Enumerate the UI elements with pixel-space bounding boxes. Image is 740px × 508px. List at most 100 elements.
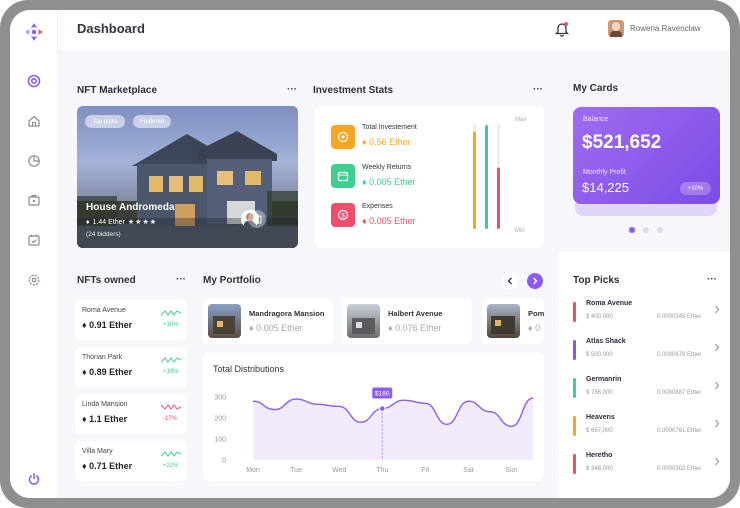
nfts-owned-title: NFTs owned <box>77 275 136 286</box>
pick-color-bar <box>573 454 576 474</box>
owned-nft-change: +22% <box>163 463 179 469</box>
pick-price: $ 667,000 <box>586 428 613 434</box>
tag-featured[interactable]: Featured <box>133 115 171 128</box>
x-tick-label: Mon <box>246 467 260 474</box>
profit-change-badge: +10% <box>680 182 711 195</box>
chevron-right-icon[interactable] <box>714 419 720 428</box>
notification-bell-icon[interactable] <box>555 21 569 37</box>
trend-sparkline <box>161 451 181 457</box>
x-tick-label: Thu <box>376 467 388 474</box>
annotation-label: $180 <box>375 391 390 398</box>
y-tick-label: 100 <box>214 437 226 444</box>
investment-bar <box>497 167 500 229</box>
nav-home-icon[interactable] <box>24 111 44 131</box>
portfolio-item[interactable]: Mandragora Mansion ♦ 0.005 Ether <box>203 298 333 344</box>
nav-wallet-icon[interactable] <box>24 190 44 210</box>
portfolio-thumb <box>347 304 380 338</box>
pick-name: Atlas Shack <box>586 338 626 345</box>
portfolio-value: ♦ 0.005 Ether <box>249 323 303 333</box>
top-pick-item[interactable]: Heavens $ 667,000 0.0000761 Ether <box>573 413 723 441</box>
profit-value: $14,225 <box>582 180 629 195</box>
featured-nft-card[interactable]: Top picks Featured House Andromeda ♦ 1.4… <box>77 106 298 248</box>
owned-nft-item[interactable]: Roma Avenue ♦ 0.91 Ether +10% <box>75 300 187 340</box>
nav-stats-icon[interactable] <box>24 151 44 171</box>
owned-nft-value: ♦ 0.89 Ether <box>82 367 133 377</box>
nav-dashboard-icon[interactable] <box>24 71 44 91</box>
carousel-dot[interactable] <box>657 227 663 233</box>
nft-marketplace-title: NFT Marketplace <box>77 85 158 96</box>
user-avatar[interactable] <box>608 20 624 37</box>
next-arrow-button[interactable] <box>527 273 543 289</box>
my-cards-title: My Cards <box>573 83 619 94</box>
hero-nft-name: House Andromeda <box>86 202 175 213</box>
pick-ether: 0.0000345 Ether <box>657 314 702 320</box>
top-pick-item[interactable]: Germanrin $ 786,000 0.0000887 Ether <box>573 375 723 403</box>
trend-sparkline <box>161 404 181 410</box>
trend-sparkline <box>161 357 181 363</box>
nav-calendar-icon[interactable] <box>24 230 44 250</box>
chevron-right-icon[interactable] <box>714 381 720 390</box>
owned-nft-change: -17% <box>163 416 178 422</box>
sidebar <box>10 10 58 498</box>
chevron-right-icon[interactable] <box>714 305 720 314</box>
owned-nft-name: Roma Avenue <box>82 307 126 314</box>
pick-name: Roma Avenue <box>586 300 633 307</box>
top-pick-item[interactable]: Roma Avenue $ 400,000 0.0000345 Ether <box>573 299 723 327</box>
trend-sparkline <box>161 310 181 316</box>
top-pick-item[interactable]: Atlas Shack $ 500,000 0.0000678 Ether <box>573 337 723 365</box>
chevron-left-icon <box>507 277 512 285</box>
investment-bar <box>473 131 476 229</box>
portfolio-item[interactable]: Halbert Avenue ♦ 0.076 Ether <box>342 298 472 344</box>
portfolio-value: ♦ 0.076 Ether <box>388 323 442 333</box>
balance-value: $521,652 <box>582 132 662 153</box>
pick-price: $ 500,000 <box>586 352 613 358</box>
annotation-point[interactable] <box>378 405 386 412</box>
owned-nft-item[interactable]: Villa Mary ♦ 0.71 Ether +22% <box>75 441 187 481</box>
owned-more-icon[interactable]: ··· <box>176 274 186 285</box>
power-icon[interactable] <box>24 469 44 489</box>
hero-price-row: ♦ 1.44 Ether ★★★★ <box>86 218 157 227</box>
stat-label: Weekly Returns <box>362 164 412 171</box>
portfolio-thumb <box>208 304 241 338</box>
share-icon[interactable] <box>248 210 266 228</box>
stat-label: Total Investement <box>362 124 417 131</box>
investment-bars <box>473 123 500 229</box>
tag-top-picks[interactable]: Top picks <box>85 115 125 128</box>
owned-nft-value: ♦ 0.91 Ether <box>82 320 133 330</box>
owned-nft-name: Thorian Park <box>82 354 123 361</box>
top-picks-more-icon[interactable]: ··· <box>707 274 717 285</box>
balance-card[interactable]: Balance $521,652 Monthly Profit $14,225 … <box>573 107 720 204</box>
hero-price: 1.44 Ether <box>92 218 125 226</box>
top-pick-item[interactable]: Heretho $ 348,000 0.0000302 Ether <box>573 451 723 479</box>
owned-nft-value: ♦ 0.71 Ether <box>82 461 133 471</box>
y-tick-label: 200 <box>214 416 226 423</box>
carousel-dot[interactable] <box>643 227 649 233</box>
owned-nft-item[interactable]: Linda Mansion ♦ 1.1 Ether -17% <box>75 394 187 434</box>
top-picks-title: Top Picks <box>573 275 620 286</box>
svg-text:$: $ <box>341 213 345 220</box>
carousel-dot-active[interactable] <box>629 227 635 233</box>
pick-price: $ 348,000 <box>586 466 613 472</box>
nav-settings-icon[interactable] <box>24 270 44 290</box>
stat-value: ♦ 0.56 Ether <box>362 137 411 147</box>
app-window: Dashboard Rowena Ravenclaw NFT Marketpla… <box>10 10 730 498</box>
y-tick-label: 300 <box>214 395 226 402</box>
portfolio-name: Pomo <box>528 309 544 318</box>
prev-arrow-button[interactable] <box>502 273 518 289</box>
chevron-right-icon[interactable] <box>714 457 720 466</box>
pick-color-bar <box>573 340 576 360</box>
pick-ether: 0.0000887 Ether <box>657 390 702 396</box>
stat-value: ♦ 0.005 Ether <box>362 177 416 187</box>
x-tick-label: Sun <box>505 467 518 474</box>
marketplace-more-icon[interactable]: ··· <box>287 84 297 95</box>
owned-nft-item[interactable]: Thorian Park ♦ 0.89 Ether +19% <box>75 347 187 387</box>
owned-nft-name: Villa Mary <box>82 448 113 455</box>
pick-price: $ 786,000 <box>586 390 613 396</box>
pick-color-bar <box>573 416 576 436</box>
pick-ether: 0.0000302 Ether <box>657 466 702 472</box>
chevron-right-icon[interactable] <box>714 343 720 352</box>
portfolio-item[interactable]: Pomo ♦ 0 <box>482 298 544 344</box>
dollar-icon: $ <box>331 203 355 227</box>
pick-color-bar <box>573 378 576 398</box>
investment-more-icon[interactable]: ··· <box>533 84 543 95</box>
